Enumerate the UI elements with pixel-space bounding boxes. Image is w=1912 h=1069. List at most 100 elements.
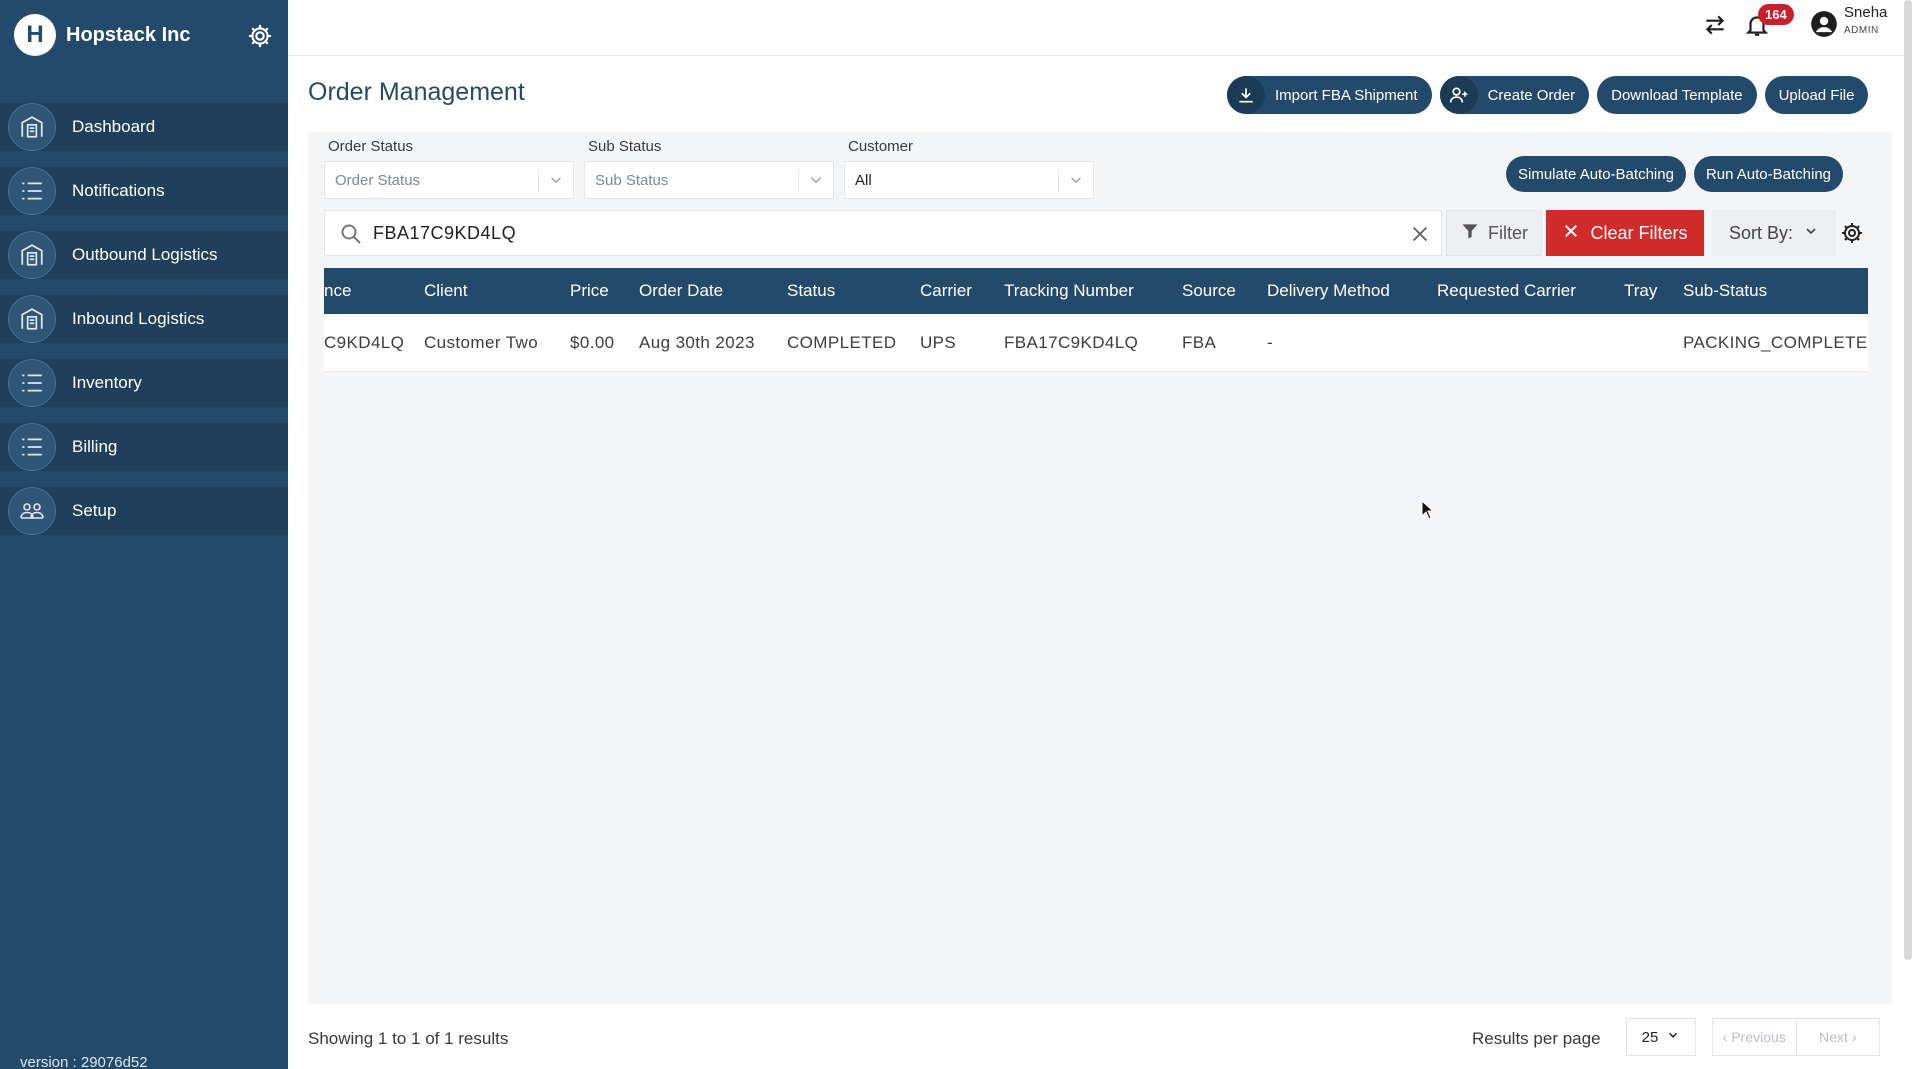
sub-status-filter: Sub Status Sub Status [584,138,834,199]
create-order-label: Create Order [1487,86,1576,104]
sub-status-select[interactable]: Sub Status [584,161,834,199]
run-auto-batching-button[interactable]: Run Auto-Batching [1693,156,1844,192]
sidebar-item-label: Billing [72,437,118,456]
search-input[interactable] [373,219,1373,247]
funnel-icon [1460,221,1480,246]
auto-batching-actions: Simulate Auto-Batching Run Auto-Batching [1506,156,1844,192]
results-per-page-label: Results per page [1472,1029,1601,1048]
simulate-auto-batching-button[interactable]: Simulate Auto-Batching [1506,156,1686,192]
customer-filter: Customer All [844,138,1094,199]
user-avatar-icon[interactable] [1810,10,1838,38]
column-header[interactable]: Tray [1624,281,1674,301]
list-icon [8,359,56,407]
switch-arrows-icon[interactable] [1700,8,1730,42]
sidebar-item-billing[interactable]: Billing [0,423,288,471]
order-status-filter: Order Status Order Status [324,138,574,199]
user-name: Sneha [1844,4,1888,21]
sidebar-item-inbound-logistics[interactable]: Inbound Logistics [0,295,288,343]
pagination: ‹ Previous Next › [1712,1018,1880,1056]
customer-label: Customer [848,138,914,155]
create-order-button[interactable]: Create Order [1439,76,1590,114]
page-actions: Import FBA Shipment Create Order Downloa… [1227,76,1869,114]
brand-name: Hopstack Inc [66,23,191,46]
sidebar-item-inventory[interactable]: Inventory [0,359,288,407]
select-divider [1058,170,1059,192]
chevron-right-icon: › [1851,1029,1857,1045]
clear-filters-label: Clear Filters [1590,222,1688,243]
column-header[interactable]: Status [787,281,907,301]
table-header: nce Client Price Order Date Status Carri… [324,268,1868,314]
next-page-button[interactable]: Next › [1795,1019,1880,1055]
sidebar-item-label: Dashboard [72,117,156,136]
import-fba-shipment-button[interactable]: Import FBA Shipment [1227,76,1432,114]
settings-gear-icon[interactable] [246,22,274,50]
sidebar-item-notifications[interactable]: Notifications [0,167,288,215]
gear-icon[interactable] [1840,221,1864,245]
list-icon [8,423,56,471]
search-icon [339,222,363,246]
download-template-button[interactable]: Download Template [1597,76,1757,114]
sub-status-label: Sub Status [588,138,662,155]
column-header[interactable]: Source [1182,281,1252,301]
previous-label: Previous [1731,1029,1786,1045]
filter-label: Filter [1488,222,1528,243]
customer-select[interactable]: All [844,161,1094,199]
sort-by-button[interactable]: Sort By: [1712,210,1836,256]
column-header[interactable]: Sub-Status [1683,281,1868,301]
building-icon [8,295,56,343]
table-cell: Aug 30th 2023 [639,332,755,352]
order-status-label: Order Status [328,138,414,155]
notification-count-badge: 164 [1758,4,1794,25]
previous-page-button[interactable]: ‹ Previous [1713,1019,1796,1055]
chevron-left-icon: ‹ [1722,1029,1728,1045]
sidebar-item-outbound-logistics[interactable]: Outbound Logistics [0,231,288,279]
close-icon[interactable] [1409,223,1431,245]
column-header[interactable]: Order Date [639,281,769,301]
table-cell: COMPLETED [787,332,897,352]
column-header[interactable]: Carrier [920,281,990,301]
sidebar-nav: Dashboard Notifications Outbound Logisti… [0,103,288,551]
column-header[interactable]: Client [424,281,564,301]
column-header[interactable]: Tracking Number [1004,281,1174,301]
chevron-down-icon [1803,223,1819,244]
upload-file-button[interactable]: Upload File [1764,76,1869,114]
results-per-page-select[interactable]: 25 [1626,1018,1696,1056]
brand[interactable]: H Hopstack Inc [14,14,190,56]
filter-button[interactable]: Filter [1446,210,1542,256]
page-scrollbar[interactable] [1904,0,1912,960]
sidebar-item-label: Inventory [72,373,142,392]
sidebar-item-dashboard[interactable]: Dashboard [0,103,288,151]
chevron-down-icon [807,171,825,189]
column-header[interactable]: Delivery Method [1267,281,1427,301]
column-header[interactable]: nce [324,281,404,301]
chevron-down-icon [1067,171,1085,189]
list-icon [8,167,56,215]
chevron-down-icon [1666,1028,1680,1046]
topbar: 164 Sneha ADMIN [288,0,1912,56]
version-label: version : 29076d52 [20,1054,148,1069]
table-cell: PACKING_COMPLETE [1683,332,1868,352]
sub-status-placeholder: Sub Status [595,171,669,189]
column-header[interactable]: Price [570,281,630,301]
select-divider [538,170,539,192]
table-cell: Customer Two [424,332,539,352]
clear-filters-button[interactable]: Clear Filters [1546,210,1704,256]
user-menu[interactable]: Sneha ADMIN [1844,4,1887,36]
results-per-page-value: 25 [1641,1028,1659,1046]
add-user-icon [1439,76,1478,114]
next-label: Next [1819,1029,1848,1045]
column-header[interactable]: Requested Carrier [1437,281,1617,301]
building-icon [8,103,56,151]
select-divider [798,170,799,192]
user-role: ADMIN [1844,25,1879,36]
sidebar-item-setup[interactable]: Setup [0,487,288,535]
main-content: Order Management Import FBA Shipment Cre… [288,56,1912,1069]
download-icon [1227,76,1265,114]
table-cell: FBA [1182,332,1217,352]
table-row[interactable]: C9KD4LQ Customer Two $0.00 Aug 30th 2023… [324,314,1868,372]
mouse-cursor-icon [1421,499,1435,520]
brand-logo: H [14,14,56,56]
customer-value: All [855,171,872,189]
order-status-select[interactable]: Order Status [324,161,574,199]
table-cell: - [1267,332,1274,352]
